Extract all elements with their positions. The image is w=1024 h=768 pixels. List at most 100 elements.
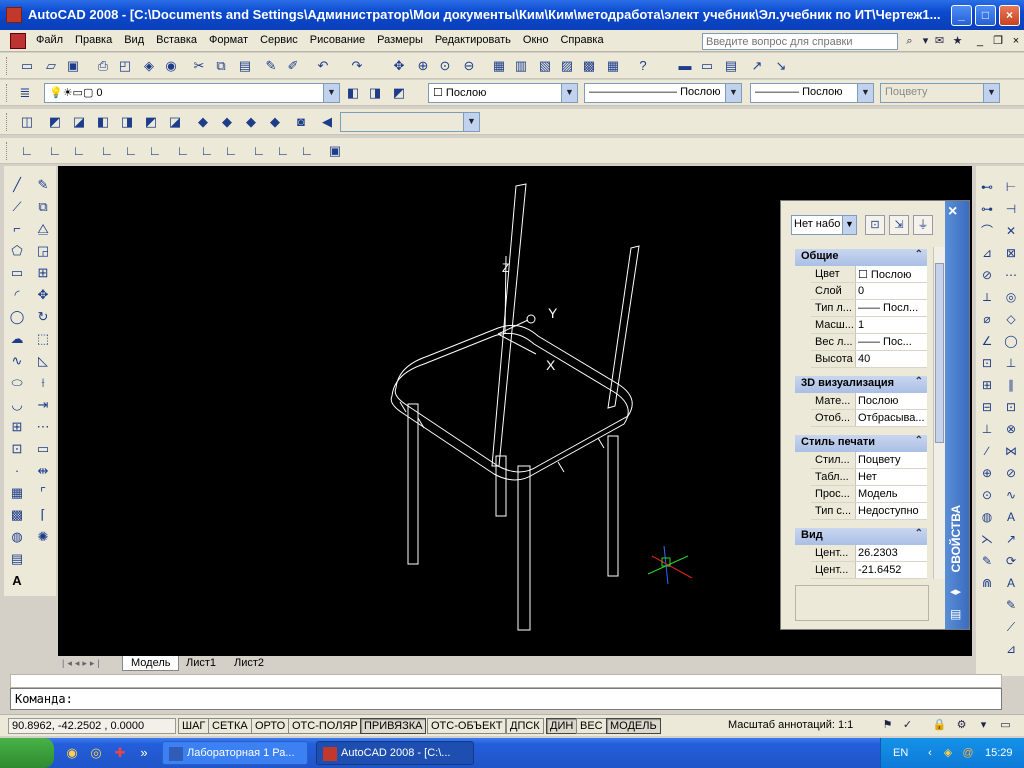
markup-icon[interactable]: ▩ <box>580 57 598 75</box>
zoom-window-icon[interactable]: ⊙ <box>436 57 454 75</box>
array-icon[interactable]: ⊞ <box>34 264 52 282</box>
menu-view[interactable]: Вид <box>118 34 150 46</box>
prop-row[interactable]: Табл... Нет <box>811 469 927 486</box>
osnap-nearest-icon[interactable]: ⋈ <box>1002 442 1020 460</box>
toolbar-grip[interactable] <box>6 113 9 131</box>
front-view-icon[interactable]: ◩ <box>142 113 160 131</box>
dim-aligned-icon[interactable]: ⊶ <box>978 200 996 218</box>
lwt-toggle[interactable]: ВЕС <box>576 718 607 734</box>
prop-row[interactable]: Прос... Модель <box>811 486 927 503</box>
print-preview-icon[interactable]: ◰ <box>116 57 134 75</box>
toolbar-grip[interactable] <box>6 142 9 160</box>
quick-dim-icon[interactable]: ⊡ <box>978 354 996 372</box>
dropdown-arrow-icon[interactable]: ▾ <box>918 34 933 49</box>
polygon-icon[interactable]: ⬠ <box>8 242 26 260</box>
ucs-z-icon[interactable]: ∟ <box>298 142 316 160</box>
prop-row[interactable]: Масш... 1 <box>811 317 927 334</box>
prop-row[interactable]: Тип с... Недоступно <box>811 503 927 520</box>
sheet-set-icon[interactable]: ▨ <box>558 57 576 75</box>
osnap-endpoint-icon[interactable]: ⊢ <box>1002 178 1020 196</box>
left-view-icon[interactable]: ◧ <box>94 113 112 131</box>
ellipse-arc-icon[interactable]: ◡ <box>8 396 26 414</box>
leader-icon[interactable]: ↗ <box>1002 530 1020 548</box>
firefox-quicklaunch-icon[interactable]: ◎ <box>88 745 104 761</box>
palette-menu-icon[interactable]: ▤ <box>950 607 961 621</box>
dim-reassociate-icon[interactable]: ⊿ <box>1002 640 1020 658</box>
tolerance-icon[interactable]: ⊕ <box>978 464 996 482</box>
layer-previous-icon[interactable]: ◨ <box>366 84 384 102</box>
ucs-previous-icon[interactable]: ∟ <box>70 142 88 160</box>
collapse-icon[interactable]: ⌃ <box>915 249 923 260</box>
window-titlebar[interactable]: AutoCAD 2008 - [C:\Documents and Setting… <box>0 0 1024 30</box>
dim-oblique-icon[interactable]: ⟋ <box>1002 618 1020 636</box>
center-mark-icon[interactable]: ⊙ <box>978 486 996 504</box>
doc-minimize-button[interactable]: _ <box>972 34 988 49</box>
ucs-world-icon[interactable]: ∟ <box>46 142 64 160</box>
menu-edit[interactable]: Правка <box>69 34 118 46</box>
osnap-apparent-icon[interactable]: ⊠ <box>1002 244 1020 262</box>
rotate-icon[interactable]: ↻ <box>34 308 52 326</box>
prop-value[interactable]: Послою <box>855 393 927 409</box>
dim-arc-icon[interactable]: ⌒ <box>978 222 996 240</box>
collapse-icon[interactable]: ⌃ <box>915 528 923 539</box>
model-space-viewport[interactable]: Y X Z Нет набо ▼ ⊡ ⇲ ⏚ Общие ⌃ Цвет ☐ Пос… <box>58 166 972 656</box>
save-icon[interactable]: ▣ <box>64 57 82 75</box>
more-quicklaunch-icon[interactable]: » <box>136 745 152 761</box>
collapse-icon[interactable]: ⌃ <box>915 435 923 446</box>
quick-select-icon[interactable]: ⏚ <box>913 215 933 235</box>
join-icon[interactable]: ⇹ <box>34 462 52 480</box>
scale-icon[interactable]: ⬚ <box>34 330 52 348</box>
back-view-icon[interactable]: ◪ <box>166 113 184 131</box>
layer-states-icon[interactable]: ◩ <box>390 84 408 102</box>
minimize-button[interactable]: _ <box>951 5 972 26</box>
revcloud-icon[interactable]: ☁ <box>8 330 26 348</box>
prop-value[interactable]: —— Посл... <box>855 300 927 316</box>
copy-object-icon[interactable]: ⧉ <box>34 198 52 216</box>
prop-value[interactable]: -21.6452 <box>855 562 927 578</box>
toolbar-grip[interactable] <box>6 57 9 75</box>
osnap-center-icon[interactable]: ◎ <box>1002 288 1020 306</box>
named-views-icon[interactable]: ◫ <box>18 113 36 131</box>
osnap-parallel-icon[interactable]: ∥ <box>1002 376 1020 394</box>
section-general[interactable]: Общие ⌃ <box>795 249 927 266</box>
doc-close-button[interactable]: × <box>1008 34 1024 49</box>
osnap-insert-icon[interactable]: ⊡ <box>1002 398 1020 416</box>
prop-row[interactable]: Цент... -21.6452 <box>811 562 927 579</box>
ucs-x-icon[interactable]: ∟ <box>250 142 268 160</box>
dim-break-icon[interactable]: ∕ <box>978 442 996 460</box>
chamfer-icon[interactable]: ⌜ <box>34 484 52 502</box>
offset-icon[interactable]: ◲ <box>34 242 52 260</box>
chevron-down-icon[interactable]: ▼ <box>323 84 339 102</box>
redo-icon[interactable]: ↷ <box>348 57 366 75</box>
zoom-realtime-icon[interactable]: ⊕ <box>414 57 432 75</box>
selection-combo[interactable]: Нет набо ▼ <box>791 215 857 235</box>
print-icon[interactable]: ⎙ <box>94 57 112 75</box>
menu-file[interactable]: Файл <box>30 34 69 46</box>
status-menu-icon[interactable]: ▾ <box>976 718 991 733</box>
prop-value[interactable]: Недоступно <box>855 503 927 519</box>
tab-layout2[interactable]: Лист2 <box>226 656 272 671</box>
apply-ucs-icon[interactable]: ▣ <box>326 142 344 160</box>
menu-insert[interactable]: Вставка <box>150 34 203 46</box>
section-view[interactable]: Вид ⌃ <box>795 528 927 545</box>
scrollbar-thumb[interactable] <box>935 263 944 443</box>
erase-icon[interactable]: ✎ <box>34 176 52 194</box>
close-icon[interactable]: × <box>948 203 957 221</box>
make-object-layer-current-icon[interactable]: ◧ <box>344 84 362 102</box>
properties-scrollbar[interactable] <box>933 247 945 579</box>
auto-hide-icon[interactable]: ◂▸ <box>950 585 961 598</box>
fillet-icon[interactable]: ⌈ <box>34 506 52 524</box>
color-combo[interactable]: ☐ Послою ▼ <box>428 83 578 103</box>
osnap-tangent-icon[interactable]: ◯ <box>1002 332 1020 350</box>
zoom-previous-icon[interactable]: ⊖ <box>460 57 478 75</box>
prop-value[interactable]: 26.2303 <box>855 545 927 561</box>
gradient-icon[interactable]: ▩ <box>8 506 26 524</box>
taskbar-item-autocad[interactable]: AutoCAD 2008 - [C:\... <box>316 741 474 765</box>
start-button[interactable] <box>0 738 54 768</box>
grid-toggle[interactable]: СЕТКА <box>208 718 252 734</box>
osnap-settings-icon[interactable]: ∿ <box>1002 486 1020 504</box>
dyn-toggle[interactable]: ДИН <box>546 718 578 734</box>
cut-icon[interactable]: ✂ <box>190 57 208 75</box>
dim-continue-icon[interactable]: ⊟ <box>978 398 996 416</box>
top-view-icon[interactable]: ◩ <box>46 113 64 131</box>
